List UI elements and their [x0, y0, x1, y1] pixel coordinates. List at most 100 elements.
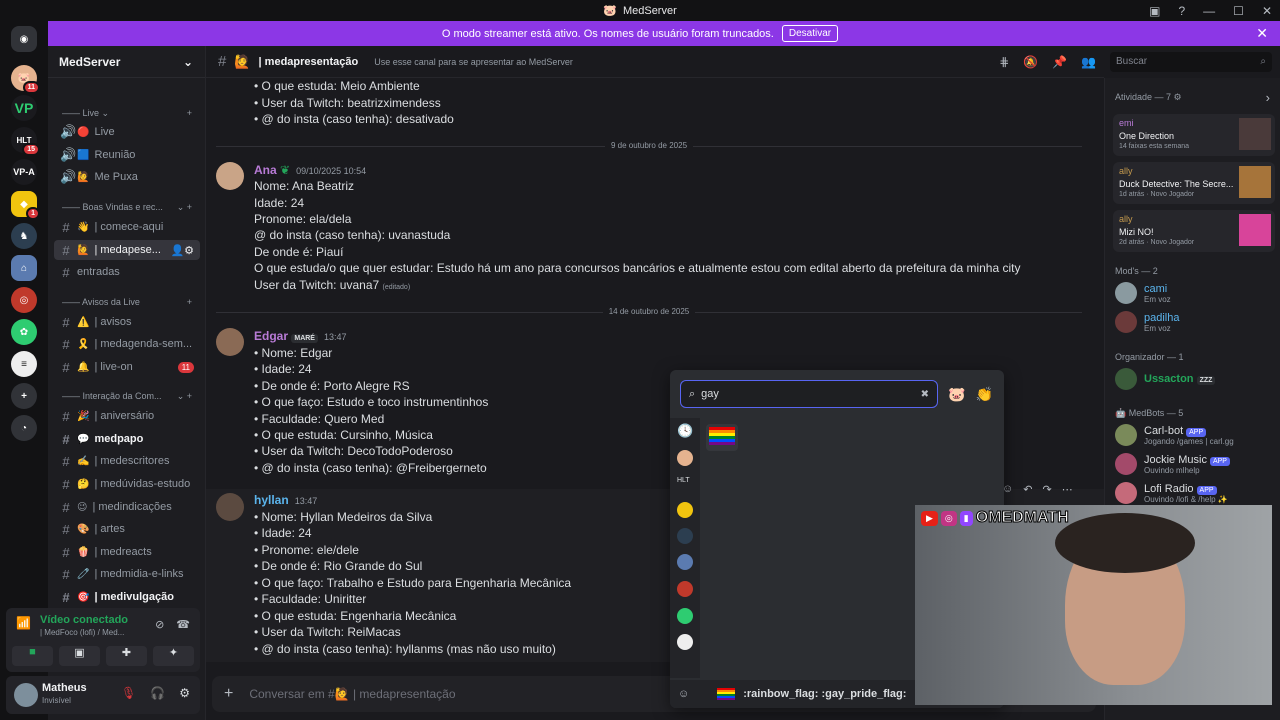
minimize-button[interactable]: — — [1203, 4, 1215, 18]
channel-medapresentacao[interactable]: # 🙋 | medapese... 👤⚙ — [54, 240, 200, 260]
user-status: Invisível — [42, 696, 71, 705]
clap-icon[interactable]: 👏 — [975, 386, 992, 403]
server-6[interactable]: ⌂ — [11, 255, 37, 281]
mic-muted-icon[interactable]: 🎙 — [121, 686, 136, 700]
channel-artes[interactable]: # 🎨 | artes — [54, 519, 200, 539]
emoji-search-input[interactable]: ⌕ gay ✖ — [680, 380, 938, 408]
chevron-right-icon[interactable]: › — [1266, 90, 1270, 105]
category-live[interactable]: —— Live ⌄ + — [62, 108, 192, 119]
avatar[interactable] — [14, 683, 38, 707]
recent-icon[interactable]: 🕓 — [677, 423, 693, 439]
category-boas-vindas[interactable]: —— Boas Vindas e rec... ⌄ + — [62, 202, 192, 213]
message-author[interactable]: Edgar MARÉ 13:47 — [254, 329, 347, 343]
server-4[interactable]: ◆ 1 — [11, 191, 40, 220]
member-item[interactable]: Jockie Music APP Ouvindo mlhelp — [1115, 453, 1230, 475]
message-author[interactable]: hyllan 13:47 — [254, 493, 317, 507]
maximize-button[interactable]: ☐ — [1233, 4, 1244, 18]
discord-home-icon[interactable]: ◉ — [11, 26, 37, 52]
message-input[interactable]: Conversar em #🙋 | medapresentação — [249, 687, 455, 701]
member-item[interactable]: cami Em voz — [1115, 282, 1171, 304]
add-server-icon[interactable]: + — [11, 383, 37, 409]
activity-card[interactable]: emi One Direction 14 faixas esta semana — [1113, 114, 1275, 156]
channel-aniversario[interactable]: # 🎉 | aniversário — [54, 406, 200, 426]
more-icon[interactable]: ⋯ — [1062, 483, 1073, 496]
channel-medagenda[interactable]: # 🎗️ | medagenda-sem... — [54, 334, 200, 354]
avatar[interactable] — [216, 328, 244, 356]
user-settings-icon[interactable]: ⚙ — [179, 686, 190, 700]
activities-button[interactable]: ✚ — [106, 646, 147, 666]
close-banner-icon[interactable]: ✕ — [1256, 25, 1268, 42]
server-medserver[interactable]: 🐷 11 — [11, 65, 40, 94]
category-interacao[interactable]: —— Interação da Com... ⌄ + — [62, 391, 192, 402]
camera-button[interactable]: ■ — [12, 646, 53, 666]
voice-channel-reuniao[interactable]: 🔊 🟦 Reunião — [54, 145, 200, 165]
category-avisos[interactable]: —— Avisos da Live + — [62, 297, 192, 307]
help-icon[interactable]: ? — [1178, 4, 1185, 18]
server-hlt[interactable]: HLT 15 — [11, 127, 40, 156]
headphones-icon[interactable]: 🎧 — [150, 686, 165, 700]
rainbow-flag-emoji[interactable] — [706, 424, 738, 451]
user-panel: Matheus Invisível 🎙 🎧 ⚙ — [6, 676, 200, 714]
close-window-button[interactable]: ✕ — [1262, 4, 1272, 18]
channel-meduvidas[interactable]: # 🤔 | medúvidas-estudo — [54, 474, 200, 494]
channel-medmidia[interactable]: # 🧷 | medmidia-e-links — [54, 564, 200, 584]
add-attachment-icon[interactable]: + — [224, 685, 233, 703]
search-input[interactable]: Buscar ⌕ — [1110, 52, 1272, 72]
noise-suppression-icon[interactable]: ⊘ — [155, 618, 164, 631]
message-author[interactable]: Ana ❦ 09/10/2025 10:54 — [254, 163, 366, 177]
channel-medindicacoes[interactable]: # 😉 | medindicações — [54, 497, 200, 517]
voice-channel-live[interactable]: 🔊 🔴 Live — [54, 122, 200, 142]
server-vpa[interactable]: VP-A — [11, 159, 37, 185]
server-emoji-icon[interactable] — [677, 581, 693, 597]
member-item[interactable]: Carl-bot APP Jogando /games | carl.gg — [1115, 424, 1234, 446]
server-emoji-icon[interactable] — [677, 450, 693, 466]
voice-channel-name[interactable]: | MedFoco (lofi) / Med... — [40, 628, 124, 637]
screen-share-button[interactable]: ▣ — [59, 646, 100, 666]
server-9[interactable]: ≡ — [11, 351, 37, 377]
member-item[interactable]: Lofi Radio APP Ouvindo /lofi & /help ✨ — [1115, 482, 1228, 504]
pin-icon[interactable]: 📌 — [1052, 55, 1067, 69]
server-emoji-icon[interactable] — [677, 608, 693, 624]
member-item[interactable]: padilha Em voz — [1115, 311, 1179, 333]
server-emoji-icon[interactable] — [677, 634, 693, 650]
server-8[interactable]: ✿ — [11, 319, 37, 345]
inbox-icon[interactable]: ▣ — [1149, 4, 1160, 18]
member-item[interactable]: Ussacton ZZZ — [1115, 368, 1216, 390]
server-emoji-icon[interactable] — [677, 528, 693, 544]
server-7[interactable]: ◎ — [11, 287, 37, 313]
forward-icon[interactable]: ↷ — [1042, 483, 1051, 496]
member-list-icon[interactable]: 👥 — [1081, 55, 1096, 69]
emoji-skin-icon[interactable]: 🐷 — [948, 386, 965, 403]
server-header[interactable]: MedServer ⌄ — [48, 46, 205, 78]
voice-channel-me-puxa[interactable]: 🔊 🙋 Me Puxa — [54, 167, 200, 187]
server-emoji-icon[interactable]: HLT — [677, 477, 690, 484]
avatar[interactable] — [216, 493, 244, 521]
soundboard-button[interactable]: ✦ — [153, 646, 194, 666]
channel-medivulgacao[interactable]: # 🎯 | medivulgação — [54, 587, 200, 607]
clear-search-icon[interactable]: ✖ — [921, 389, 929, 400]
discover-icon[interactable]: ◔ — [11, 415, 37, 441]
channel-entradas[interactable]: # entradas — [54, 262, 200, 282]
server-emoji-icon[interactable] — [677, 502, 693, 518]
disconnect-icon[interactable]: ☎ — [176, 618, 190, 631]
activity-card[interactable]: ally Mizi NO! 2d atrás · Novo Jogador — [1113, 210, 1275, 252]
instagram-icon: ◎ — [940, 510, 957, 526]
notification-mute-icon[interactable]: 🔕 — [1023, 55, 1038, 69]
channel-medpapo[interactable]: # 💬 medpapo — [54, 429, 200, 449]
channel-medescritores[interactable]: # ✍️ | medescritores — [54, 451, 200, 471]
reply-icon[interactable]: ↶ — [1023, 483, 1032, 496]
signal-icon: 📶 — [16, 616, 31, 630]
server-vp[interactable]: VP — [11, 95, 37, 121]
server-5[interactable]: ♞ — [11, 223, 37, 249]
server-emoji-icon[interactable] — [677, 554, 693, 570]
channel-comece-aqui[interactable]: # 👋 | comece-aqui — [54, 217, 200, 237]
avatar[interactable] — [216, 162, 244, 190]
threads-icon[interactable]: ⋕ — [999, 55, 1009, 69]
channel-live-on[interactable]: # 🔔 | live-on 11 — [54, 357, 200, 377]
channel-medreacts[interactable]: # 🍿 | medreacts — [54, 542, 200, 562]
message-line: • User da Twitch: beatrizximendess — [254, 96, 441, 110]
activity-card[interactable]: ally Duck Detective: The Secre... 1d atr… — [1113, 162, 1275, 204]
message-line: • Idade: 24 — [254, 526, 312, 540]
channel-avisos[interactable]: # ⚠️ | avisos — [54, 312, 200, 332]
disable-streamer-button[interactable]: Desativar — [781, 25, 839, 42]
